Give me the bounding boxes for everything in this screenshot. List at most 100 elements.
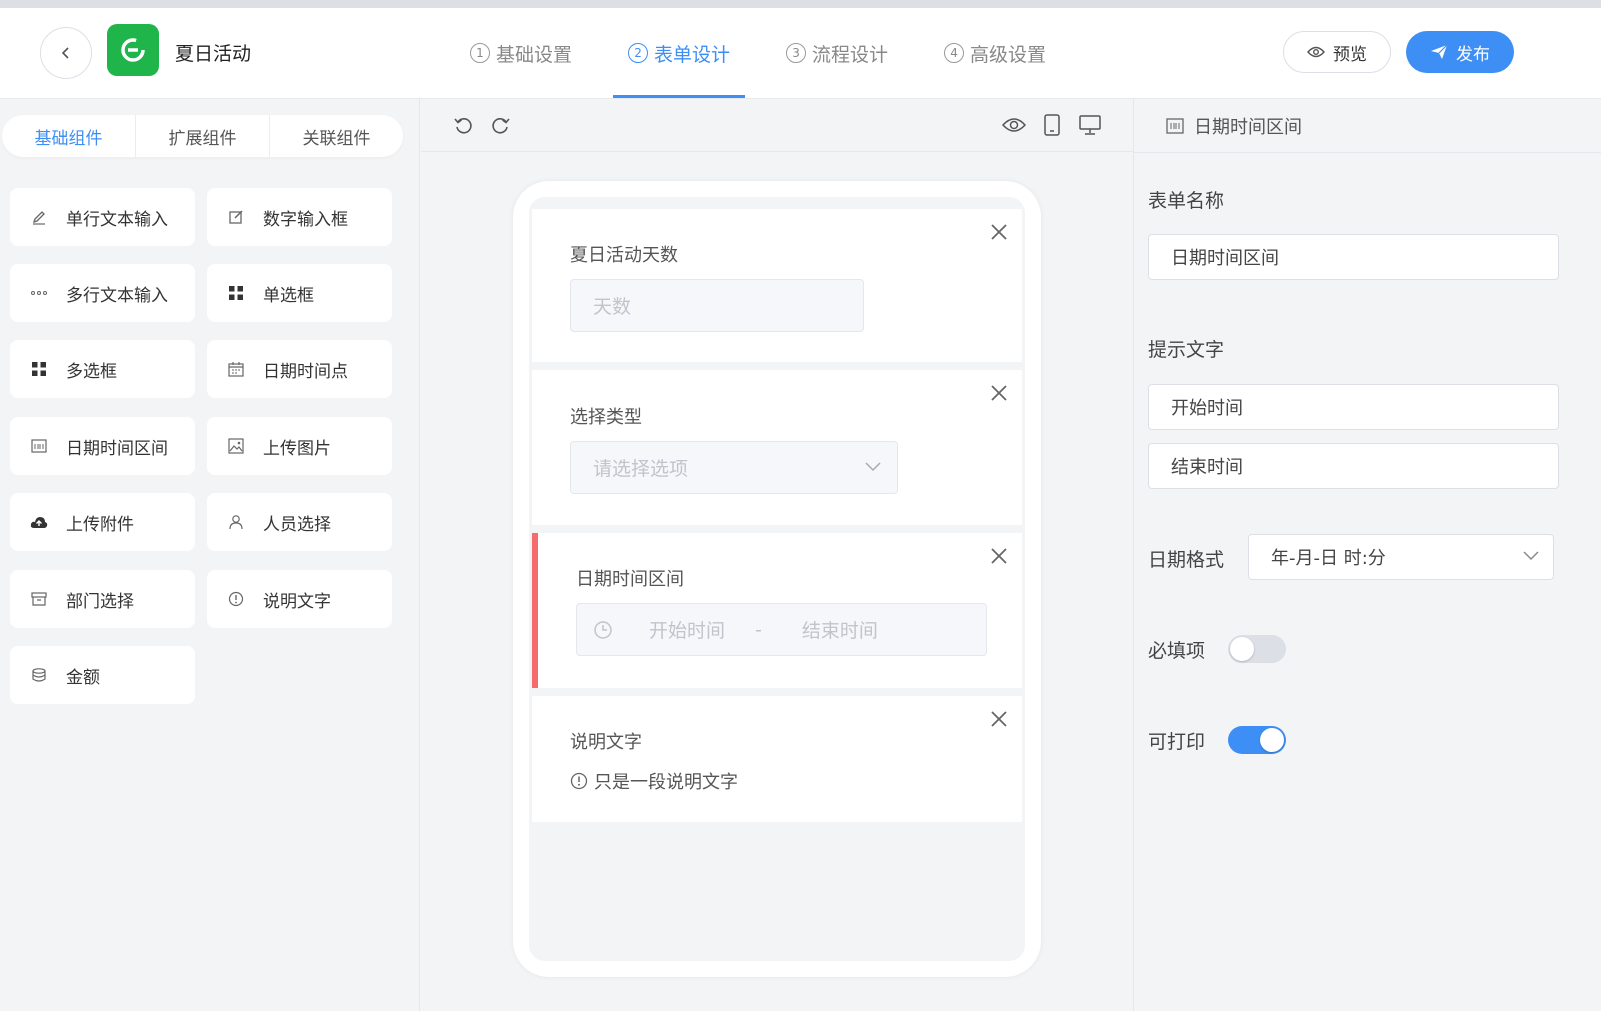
step-number: 2	[628, 43, 649, 63]
field-label: 选择类型	[570, 407, 642, 428]
hint-end-input[interactable]: 结束时间	[1148, 443, 1559, 489]
date-range-input[interactable]: 开始时间 - 结束时间	[576, 603, 987, 656]
form-name-input[interactable]: 日期时间区间	[1148, 234, 1559, 280]
component-panel: 基础组件 扩展组件 关联组件 单行文本输入 数字输入框 多行文本输入 单选框 多…	[0, 99, 420, 1011]
required-toggle[interactable]	[1228, 635, 1286, 663]
tab-related-components[interactable]: 关联组件	[270, 115, 403, 157]
component-single-line-text[interactable]: 单行文本输入	[10, 188, 195, 246]
type-select[interactable]: 请选择选项	[570, 441, 898, 494]
component-description-text[interactable]: 说明文字	[207, 570, 392, 628]
tab-extended-components[interactable]: 扩展组件	[136, 115, 270, 157]
phone-screen: 夏日活动天数 天数 选择类型 请选择选项 日期时间区间 开始时间 - 结束时间	[529, 197, 1025, 961]
step-label: 高级设置	[970, 43, 1047, 66]
info-icon	[570, 772, 588, 790]
component-label: 多行文本输入	[66, 285, 168, 306]
cloud-upload-icon	[30, 513, 48, 531]
back-button[interactable]	[40, 27, 92, 79]
days-input[interactable]: 天数	[570, 279, 864, 332]
logo-icon	[121, 38, 145, 62]
component-date-time-point[interactable]: 日期时间点	[207, 340, 392, 398]
step-basic-settings[interactable]: 1 基础设置	[455, 8, 587, 98]
edit-icon	[227, 208, 245, 226]
desktop-icon[interactable]	[1078, 113, 1102, 137]
date-range-icon	[30, 437, 48, 455]
mobile-icon[interactable]	[1040, 113, 1064, 137]
app-title: 夏日活动	[175, 43, 252, 65]
range-start-placeholder: 开始时间	[649, 620, 726, 642]
close-icon[interactable]	[988, 382, 1010, 404]
undo-icon[interactable]	[451, 113, 475, 137]
component-date-time-range[interactable]: 日期时间区间	[10, 417, 195, 475]
publish-button[interactable]: 发布	[1406, 31, 1514, 73]
close-icon[interactable]	[988, 221, 1010, 243]
clock-icon	[594, 620, 612, 639]
preview-label: 预览	[1333, 44, 1367, 65]
component-number-input[interactable]: 数字输入框	[207, 188, 392, 246]
preview-button[interactable]: 预览	[1283, 31, 1391, 73]
redo-icon[interactable]	[489, 113, 513, 137]
tab-basic-components[interactable]: 基础组件	[2, 115, 136, 157]
printable-label: 可打印	[1148, 731, 1206, 753]
step-advanced-settings[interactable]: 4 高级设置	[929, 8, 1061, 98]
component-multi-line-text[interactable]: 多行文本输入	[10, 264, 195, 322]
field-label: 说明文字	[570, 732, 642, 753]
component-tabs: 基础组件 扩展组件 关联组件	[2, 115, 403, 157]
info-icon	[227, 590, 245, 608]
hint-text-label: 提示文字	[1148, 339, 1225, 361]
phone-preview: 夏日活动天数 天数 选择类型 请选择选项 日期时间区间 开始时间 - 结束时间	[513, 181, 1041, 977]
step-label: 基础设置	[496, 43, 573, 66]
form-canvas: 夏日活动天数 天数 选择类型 请选择选项 日期时间区间 开始时间 - 结束时间	[421, 99, 1133, 1011]
step-label: 表单设计	[654, 43, 731, 66]
component-label: 上传附件	[66, 514, 134, 535]
step-form-design[interactable]: 2 表单设计	[613, 8, 746, 98]
form-field-days[interactable]: 夏日活动天数 天数	[532, 209, 1022, 362]
component-department-select[interactable]: 部门选择	[10, 570, 195, 628]
close-icon[interactable]	[988, 545, 1010, 567]
form-field-description[interactable]: 说明文字 只是一段说明文字	[532, 696, 1022, 822]
component-label: 多选框	[66, 361, 117, 382]
component-label: 人员选择	[263, 514, 331, 535]
properties-title: 日期时间区间	[1194, 116, 1302, 138]
component-radio[interactable]: 单选框	[207, 264, 392, 322]
canvas-toolbar	[421, 99, 1133, 152]
window-top-border	[0, 0, 1601, 8]
printable-toggle[interactable]	[1228, 726, 1286, 754]
component-label: 日期时间点	[263, 361, 348, 382]
toggle-knob	[1230, 637, 1254, 661]
form-field-date-range[interactable]: 日期时间区间 开始时间 - 结束时间	[532, 533, 1022, 688]
chevron-left-icon	[61, 47, 69, 59]
step-label: 流程设计	[812, 43, 889, 66]
field-label: 夏日活动天数	[570, 245, 678, 266]
send-icon	[1431, 44, 1448, 59]
step-number: 3	[786, 43, 807, 63]
close-icon[interactable]	[988, 708, 1010, 730]
user-icon	[227, 513, 245, 531]
component-upload-image[interactable]: 上传图片	[207, 417, 392, 475]
required-label: 必填项	[1148, 640, 1206, 662]
dots-icon	[30, 284, 48, 302]
grid-icon	[227, 284, 245, 302]
component-checkbox[interactable]: 多选框	[10, 340, 195, 398]
description-text-row: 只是一段说明文字	[570, 768, 738, 794]
pen-icon	[30, 208, 48, 226]
step-process-design[interactable]: 3 流程设计	[771, 8, 903, 98]
range-end-placeholder: 结束时间	[801, 620, 878, 642]
form-field-select-type[interactable]: 选择类型 请选择选项	[532, 370, 1022, 525]
component-amount[interactable]: 金额	[10, 646, 195, 704]
component-label: 日期时间区间	[66, 438, 168, 459]
component-person-select[interactable]: 人员选择	[207, 493, 392, 551]
select-placeholder: 请选择选项	[593, 458, 689, 480]
component-upload-attachment[interactable]: 上传附件	[10, 493, 195, 551]
hint-start-input[interactable]: 开始时间	[1148, 384, 1559, 430]
app-logo	[107, 24, 159, 76]
properties-header: 日期时间区间	[1134, 99, 1601, 153]
component-label: 上传图片	[263, 438, 331, 459]
component-label: 数字输入框	[263, 209, 348, 230]
field-label: 日期时间区间	[576, 569, 684, 590]
step-tabs: 1 基础设置 2 表单设计 3 流程设计 4 高级设置	[455, 8, 1087, 98]
step-number: 1	[470, 43, 490, 63]
date-format-select[interactable]: 年-月-日 时:分	[1248, 534, 1554, 580]
date-range-icon	[1166, 117, 1184, 134]
component-label: 金额	[66, 667, 100, 688]
eye-icon[interactable]	[1002, 113, 1026, 137]
